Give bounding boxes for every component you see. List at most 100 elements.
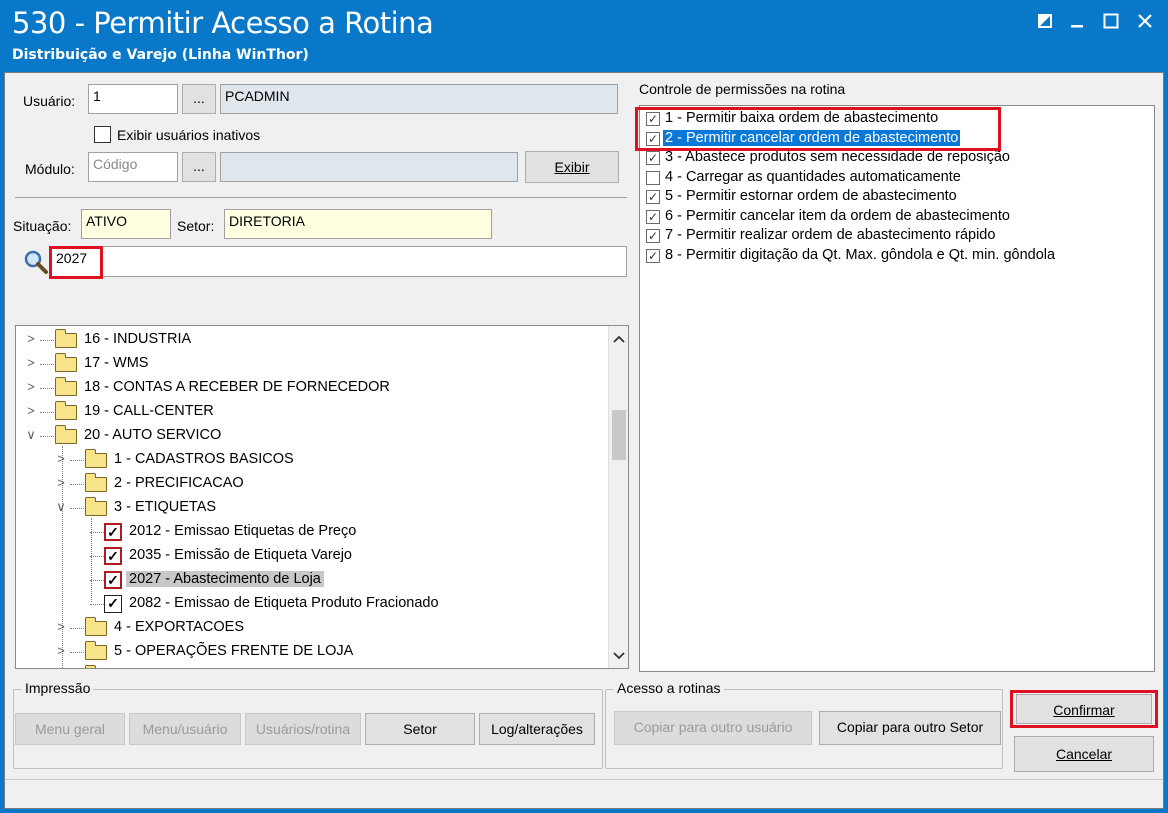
- cancelar-button[interactable]: Cancelar: [1014, 736, 1154, 772]
- tree-folder-node[interactable]: >19 - CALL-CENTER: [16, 401, 606, 423]
- tree-folder-node[interactable]: >1 - CADASTROS BASICOS: [16, 449, 606, 471]
- chevron-right-icon[interactable]: >: [24, 355, 38, 370]
- tree-connector: [40, 388, 54, 389]
- tree-node-label: 18 - CONTAS A RECEBER DE FORNECEDOR: [84, 379, 390, 395]
- search-icon[interactable]: [23, 249, 49, 275]
- tree-routine-node[interactable]: ✓ 2082 - Emissao de Etiqueta Produto Frac…: [16, 593, 606, 615]
- tree-folder-node[interactable]: >16 - INDUSTRIA: [16, 329, 606, 351]
- chevron-right-icon[interactable]: >: [24, 379, 38, 394]
- permission-label: 3 - Abastece produtos sem necessidade de…: [665, 149, 1010, 165]
- tree-node-label: 3 - ETIQUETAS: [114, 499, 217, 515]
- setor-button[interactable]: Setor: [365, 713, 475, 745]
- tree-connector: [90, 556, 104, 557]
- permission-item[interactable]: ✓ 6 - Permitir cancelar item da ordem de …: [640, 208, 1154, 227]
- tree-node-label: 2 - PRECIFICACAO: [114, 475, 244, 491]
- folder-icon: [55, 353, 77, 372]
- routine-checkbox[interactable]: ✓: [104, 595, 122, 613]
- chevron-right-icon[interactable]: >: [54, 451, 68, 466]
- permission-checkbox[interactable]: [646, 170, 660, 185]
- minimize-icon[interactable]: [1063, 8, 1091, 34]
- chevron-down-icon[interactable]: ∨: [54, 499, 68, 515]
- tree-connector: [40, 412, 54, 413]
- exibir-button[interactable]: Exibir: [525, 151, 619, 183]
- usuario-label: Usuário:: [23, 93, 76, 109]
- usuario-browse-button[interactable]: ...: [182, 84, 216, 114]
- highlight-confirmar: [1010, 690, 1158, 728]
- permission-item[interactable]: 4 - Carregar as quantidades automaticame…: [640, 169, 1154, 188]
- tree-node-label: 2082 - Emissao de Etiqueta Produto Fraci…: [129, 595, 439, 611]
- menu-usuario-button[interactable]: Menu/usuário: [129, 713, 241, 745]
- tree-folder-node[interactable]: ∨ 20 - AUTO SERVICO: [16, 425, 606, 447]
- tree-connector: [90, 604, 104, 605]
- tree-connector: [70, 460, 84, 461]
- window-title: 530 - Permitir Acesso a Rotina: [12, 6, 434, 40]
- tree-node-label: 16 - INDUSTRIA: [84, 331, 192, 347]
- folder-icon: [55, 401, 77, 420]
- highlight-permissions: [635, 107, 1001, 151]
- folder-icon: [55, 425, 77, 444]
- modulo-browse-button[interactable]: ...: [182, 152, 216, 182]
- tree-folder-node[interactable]: ∨ 3 - ETIQUETAS: [16, 497, 606, 519]
- tree-folder-node[interactable]: >17 - WMS: [16, 353, 606, 375]
- dialog-body: Usuário: 1 ... PCADMIN Exibir usuários i…: [4, 72, 1164, 809]
- copiar-setor-button[interactable]: Copiar para outro Setor: [819, 711, 1001, 745]
- tree-scrollbar[interactable]: [608, 326, 628, 668]
- chevron-right-icon[interactable]: >: [24, 403, 38, 418]
- tree-connector: [40, 340, 54, 341]
- tree-folder-node[interactable]: >18 - CONTAS A RECEBER DE FORNECEDOR: [16, 377, 606, 399]
- close-icon[interactable]: [1131, 8, 1159, 34]
- usuario-code-input[interactable]: 1: [88, 84, 178, 114]
- routine-tree[interactable]: >16 - INDUSTRIA >17 - WMS >18 - CONTAS A R…: [15, 325, 629, 669]
- routine-checkbox[interactable]: ✓: [104, 523, 122, 541]
- permission-item[interactable]: ✓ 7 - Permitir realizar ordem de abasteci…: [640, 227, 1154, 246]
- permission-item[interactable]: ✓ 3 - Abastece produtos sem necessidade d…: [640, 149, 1154, 168]
- tree-routine-node[interactable]: ✓ 2027 - Abastecimento de Loja: [16, 569, 606, 591]
- chevron-right-icon[interactable]: >: [54, 619, 68, 634]
- tree-folder-node[interactable]: >4 - EXPORTACOES: [16, 617, 606, 639]
- tree-routine-node[interactable]: ✓ 2035 - Emissão de Etiqueta Varejo: [16, 545, 606, 567]
- tree-connector: [90, 580, 104, 581]
- search-input[interactable]: 2027: [51, 246, 627, 277]
- tree-folder-node[interactable]: >2 - PRECIFICACAO: [16, 473, 606, 495]
- permission-item[interactable]: ✓ 8 - Permitir digitação da Qt. Max. gônd…: [640, 247, 1154, 266]
- permission-checkbox[interactable]: ✓: [646, 229, 660, 243]
- maximize-icon[interactable]: [1097, 8, 1125, 34]
- folder-icon: [85, 473, 107, 492]
- chevron-right-icon[interactable]: >: [54, 643, 68, 658]
- modulo-code-input[interactable]: Código: [88, 152, 178, 182]
- inactive-users-checkbox[interactable]: [94, 126, 111, 143]
- menu-geral-button[interactable]: Menu geral: [15, 713, 125, 745]
- usuarios-rotina-button[interactable]: Usuários/rotina: [245, 713, 361, 745]
- setor-field: DIRETORIA: [224, 209, 492, 239]
- permission-item[interactable]: ✓ 5 - Permitir estornar ordem de abasteci…: [640, 188, 1154, 207]
- scroll-thumb[interactable]: [612, 410, 626, 460]
- tree-folder-node[interactable]: >5 - OPERAÇÕES FRENTE DE LOJA: [16, 641, 606, 663]
- modulo-label: Módulo:: [25, 161, 75, 177]
- permissions-list[interactable]: ✓ 1 - Permitir baixa ordem de abastecimen…: [639, 105, 1155, 672]
- tree-folder-node[interactable]: >6 - PROCESSAMENTO: [16, 665, 606, 668]
- chevron-right-icon[interactable]: >: [54, 475, 68, 490]
- permission-checkbox[interactable]: ✓: [646, 209, 660, 224]
- permission-label: 8 - Permitir digitação da Qt. Max. gôndo…: [665, 246, 1056, 263]
- copiar-usuario-button[interactable]: Copiar para outro usuário: [614, 711, 812, 745]
- permission-checkbox[interactable]: ✓: [646, 248, 660, 263]
- routine-checkbox[interactable]: ✓: [104, 547, 122, 565]
- chevron-right-icon[interactable]: >: [24, 331, 38, 346]
- log-alteracoes-button[interactable]: Log/alterações: [479, 713, 595, 745]
- chevron-right-icon[interactable]: >: [54, 667, 68, 668]
- folder-icon: [55, 377, 77, 396]
- tree-node-label: 2027 - Abastecimento de Loja: [126, 571, 324, 587]
- chevron-down-icon[interactable]: ∨: [24, 427, 38, 443]
- folder-icon: [85, 641, 107, 660]
- tree-routine-node[interactable]: ✓ 2012 - Emissao Etiquetas de Preço: [16, 521, 606, 543]
- permission-checkbox[interactable]: ✓: [646, 151, 660, 165]
- separator: [15, 197, 627, 198]
- inactive-users-label: Exibir usuários inativos: [117, 127, 261, 143]
- permission-checkbox[interactable]: ✓: [646, 190, 660, 204]
- routine-checkbox[interactable]: ✓: [104, 571, 122, 589]
- restore-icon[interactable]: [1031, 8, 1059, 34]
- folder-icon: [55, 329, 77, 348]
- permissions-title: Controle de permissões na rotina: [639, 81, 846, 97]
- permission-label: 5 - Permitir estornar ordem de abastecim…: [665, 188, 957, 204]
- permission-label: 7 - Permitir realizar ordem de abastecim…: [665, 227, 996, 243]
